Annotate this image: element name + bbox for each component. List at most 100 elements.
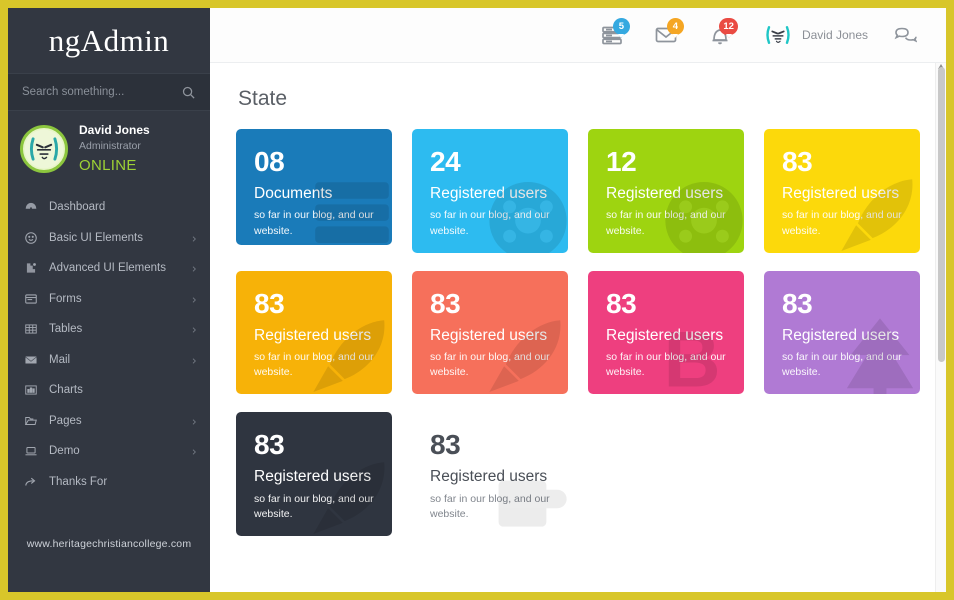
tile-number: 83 bbox=[782, 146, 813, 177]
vertical-scrollbar[interactable] bbox=[935, 63, 946, 592]
tile-label: Registered users bbox=[430, 468, 548, 486]
tile-label: Registered users bbox=[254, 326, 372, 344]
tile-number: 24 bbox=[430, 146, 461, 177]
tile-description: so far in our blog, and our website. bbox=[430, 492, 550, 520]
smiley-icon bbox=[24, 231, 38, 245]
tile-description: so far in our blog, and our website. bbox=[782, 209, 902, 237]
tile-description: so far in our blog, and our website. bbox=[606, 351, 726, 379]
sidebar-item-pages[interactable]: Pages bbox=[8, 406, 210, 437]
sidebar-item-mail[interactable]: Mail bbox=[8, 345, 210, 376]
state-tile[interactable]: 83 Registered users so far in our blog, an… bbox=[236, 270, 392, 395]
tile-description: so far in our blog, and our website. bbox=[430, 209, 550, 237]
tile-label: Documents bbox=[254, 185, 333, 202]
footer-url: www.heritagechristiancollege.com bbox=[26, 538, 192, 550]
tile-description: so far in our blog, and our website. bbox=[606, 209, 726, 237]
tile-number: 83 bbox=[606, 287, 637, 319]
content-scroll-area[interactable]: State 08 Documents so far in our blog, and… bbox=[210, 63, 946, 592]
sidebar-item-demo[interactable]: Demo bbox=[8, 436, 210, 467]
sidebar-item-tables[interactable]: Tables bbox=[8, 314, 210, 345]
sidebar-item-label: Charts bbox=[49, 384, 83, 397]
state-tile[interactable]: 83 Registered users so far in our blog, an… bbox=[412, 270, 568, 395]
state-tile[interactable]: 08 Documents so far in our blog, and our w… bbox=[236, 129, 392, 245]
page-title: State bbox=[238, 87, 288, 110]
tile-label: Registered users bbox=[606, 326, 724, 344]
sidebar-item-label: Forms bbox=[49, 292, 82, 305]
tile-label: Registered users bbox=[606, 185, 724, 202]
tile-label: Registered users bbox=[782, 185, 900, 202]
sidebar-footer: www.heritagechristiancollege.com bbox=[8, 526, 210, 592]
chevron-right-icon bbox=[190, 417, 198, 425]
laptop-icon bbox=[24, 444, 38, 458]
tile-description: so far in our blog, and our website. bbox=[254, 492, 374, 520]
chart-icon bbox=[24, 383, 38, 397]
messages-button[interactable]: 4 bbox=[639, 8, 693, 63]
sidebar-item-forms[interactable]: Forms bbox=[8, 284, 210, 315]
state-tile[interactable]: 83 Registered users so far in our blog, an… bbox=[588, 270, 744, 395]
top-navbar: 5 4 12 David Jones bbox=[210, 8, 946, 63]
dashboard-icon bbox=[24, 200, 38, 214]
tile-number: 83 bbox=[254, 429, 285, 461]
chevron-right-icon bbox=[190, 447, 198, 455]
tile-number: 83 bbox=[254, 287, 285, 319]
sidebar-item-label: Mail bbox=[49, 353, 71, 366]
profile-card[interactable]: David Jones Administrator ONLINE bbox=[8, 111, 210, 188]
messages-badge: 4 bbox=[666, 17, 684, 38]
tile-description: so far in our blog, and our website. bbox=[782, 351, 902, 379]
mail-icon bbox=[24, 353, 38, 367]
sidebar-item-label: Thanks For bbox=[49, 475, 108, 488]
tile-label: Registered users bbox=[782, 326, 900, 344]
chevron-right-icon bbox=[190, 234, 198, 242]
avatar bbox=[20, 125, 68, 174]
brand-title: ngAdmin bbox=[48, 22, 170, 58]
sidebar-item-label: Demo bbox=[49, 445, 80, 458]
tile-label: Registered users bbox=[254, 468, 372, 486]
tile-description: so far in our blog, and our website. bbox=[254, 351, 374, 379]
user-name: David Jones bbox=[801, 28, 868, 42]
avatar-face-icon bbox=[766, 26, 790, 44]
sidebar-search[interactable] bbox=[8, 73, 210, 111]
tile-label: Registered users bbox=[430, 326, 548, 344]
tile-number: 12 bbox=[606, 146, 637, 177]
table-icon bbox=[24, 322, 38, 336]
chevron-right-icon bbox=[190, 295, 198, 303]
sidebar-item-charts[interactable]: Charts bbox=[8, 375, 210, 406]
sidebar-item-thanks-for[interactable]: Thanks For bbox=[8, 467, 210, 498]
profile-role: Administrator bbox=[79, 139, 141, 152]
puzzle-icon bbox=[24, 261, 38, 275]
scrollbar-thumb[interactable] bbox=[938, 67, 945, 362]
sidebar-item-label: Pages bbox=[49, 414, 82, 427]
state-tile[interactable]: 83 Registered users so far in our blog, an… bbox=[764, 270, 920, 395]
state-tiles-grid: 08 Documents so far in our blog, and our w… bbox=[236, 129, 920, 560]
alerts-button[interactable]: 12 bbox=[693, 8, 747, 63]
sidebar-nav: Dashboard Basic UI Elements Advanced UI El… bbox=[8, 192, 210, 497]
search-icon[interactable] bbox=[181, 85, 196, 100]
tile-description: so far in our blog, and our website. bbox=[430, 351, 550, 379]
user-menu[interactable]: David Jones bbox=[747, 20, 878, 50]
state-tile[interactable]: 83 Registered users so far in our blog, an… bbox=[764, 129, 920, 253]
sidebar: ngAdmin Search something... David Jones … bbox=[8, 8, 210, 592]
folder-icon bbox=[24, 414, 38, 428]
search-input[interactable] bbox=[22, 86, 181, 98]
sidebar-item-dashboard[interactable]: Dashboard bbox=[8, 192, 210, 223]
main-area: 5 4 12 David Jones State 08 Documents so… bbox=[210, 8, 946, 592]
sidebar-item-label: Advanced UI Elements bbox=[49, 262, 166, 275]
state-tile[interactable]: 24 Registered users so far in our blog, an… bbox=[412, 129, 568, 253]
sidebar-item-advanced-ui-elements[interactable]: Advanced UI Elements bbox=[8, 253, 210, 284]
alerts-badge: 12 bbox=[719, 17, 738, 38]
sidebar-item-label: Dashboard bbox=[49, 201, 106, 214]
server-notifications-button[interactable]: 5 bbox=[585, 8, 639, 63]
chat-bubble-icon bbox=[894, 27, 917, 43]
sidebar-item-label: Tables bbox=[49, 323, 83, 336]
server-badge: 5 bbox=[612, 17, 630, 38]
tile-label: Registered users bbox=[430, 185, 548, 202]
tile-number: 08 bbox=[254, 146, 285, 177]
brand-logo[interactable]: ngAdmin bbox=[8, 8, 210, 73]
state-tile[interactable]: 12 Registered users so far in our blog, an… bbox=[588, 129, 744, 253]
chevron-right-icon bbox=[190, 325, 198, 333]
app-window: ngAdmin Search something... David Jones … bbox=[0, 0, 954, 600]
state-tile[interactable]: 83 Registered users so far in our blog, an… bbox=[236, 412, 392, 537]
sidebar-item-basic-ui-elements[interactable]: Basic UI Elements bbox=[8, 223, 210, 254]
chevron-right-icon bbox=[190, 356, 198, 364]
chat-button[interactable] bbox=[878, 8, 932, 63]
state-tile[interactable]: 83 Registered users so far in our blog, an… bbox=[412, 412, 568, 537]
